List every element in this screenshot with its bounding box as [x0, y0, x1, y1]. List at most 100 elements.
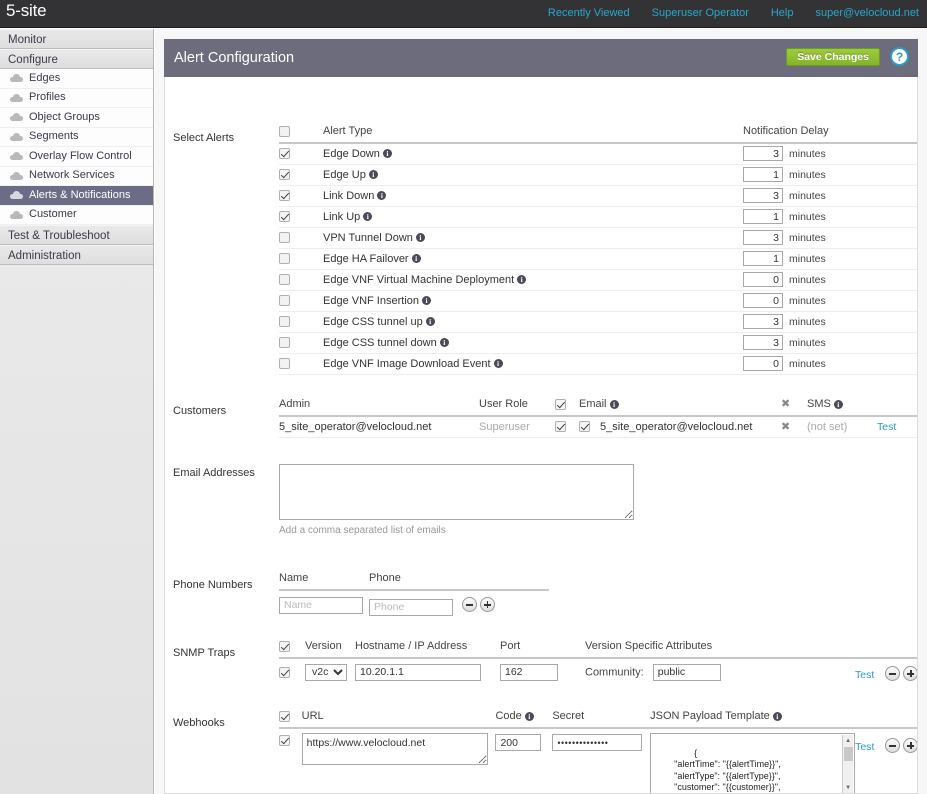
alert-checkbox[interactable]	[279, 169, 290, 181]
sidebar-section-monitor[interactable]: Monitor	[0, 29, 153, 49]
snmp-table-header: Version Hostname / IP Address Port Versi…	[279, 640, 917, 659]
notification-delay-input[interactable]	[743, 167, 783, 182]
top-nav: Recently Viewed Superuser Operator Help …	[548, 7, 919, 19]
sidebar-section-configure[interactable]: Configure	[0, 49, 153, 69]
notification-delay-input[interactable]	[743, 230, 783, 245]
info-icon[interactable]: i	[411, 254, 421, 264]
info-icon[interactable]: i	[422, 296, 431, 306]
sidebar-section-administration[interactable]: Administration	[0, 245, 153, 265]
user-role-header: User Role	[479, 397, 549, 417]
add-snmp-row-button[interactable]	[903, 666, 917, 681]
webhook-url-textarea[interactable]: https://www.velocloud.net	[301, 733, 488, 765]
sidebar-item-network-services[interactable]: Network Services	[0, 166, 153, 186]
sidebar-item-edges[interactable]: Edges	[0, 69, 153, 89]
scroll-down-icon[interactable]: ▼	[845, 783, 851, 794]
notification-delay-input[interactable]	[743, 293, 783, 308]
info-icon[interactable]: i	[377, 191, 387, 201]
help-icon[interactable]: ?	[890, 47, 909, 66]
info-icon[interactable]: i	[772, 711, 782, 721]
info-icon[interactable]: i	[368, 170, 378, 180]
info-icon[interactable]: i	[425, 317, 435, 327]
nav-user-account[interactable]: super@velocloud.net	[815, 7, 919, 19]
notification-delay-input[interactable]	[743, 251, 783, 266]
remove-phone-row-button[interactable]	[462, 597, 478, 612]
info-icon[interactable]: i	[439, 338, 449, 348]
select-all-checkbox[interactable]	[279, 125, 290, 137]
phone-number-input[interactable]	[369, 598, 453, 616]
role-select-all-checkbox[interactable]	[554, 398, 566, 410]
phone-numbers-label: Phone Numbers	[173, 579, 253, 591]
sidebar-item-overlay-flow-control[interactable]: Overlay Flow Control	[0, 147, 153, 167]
alert-checkbox[interactable]	[279, 148, 290, 160]
remove-snmp-row-button[interactable]	[885, 666, 901, 681]
notification-delay-input[interactable]	[743, 146, 783, 162]
webhook-select-all-checkbox[interactable]	[279, 710, 290, 722]
sidebar-item-segments[interactable]: Segments	[0, 127, 153, 147]
info-icon[interactable]: i	[493, 359, 503, 369]
sidebar-item-customer[interactable]: Customer	[0, 205, 153, 225]
customer-test-link[interactable]: Test	[877, 421, 896, 433]
alert-type-label: Edge CSS tunnel up	[323, 315, 423, 328]
sidebar-item-profiles[interactable]: Profiles	[0, 88, 153, 108]
alert-checkbox[interactable]	[279, 274, 290, 286]
webhook-test-link[interactable]: Test	[855, 741, 874, 753]
snmp-community-cell: Community:	[585, 658, 855, 681]
scroll-up-icon[interactable]: ▲	[845, 736, 851, 748]
close-icon[interactable]: ✖	[781, 397, 790, 410]
sidebar-section-test-troubleshoot[interactable]: Test & Troubleshoot	[0, 225, 153, 245]
scroll-thumb[interactable]	[844, 747, 854, 761]
snmp-port-input[interactable]	[500, 663, 558, 681]
info-icon[interactable]: i	[415, 233, 425, 243]
notification-delay-input[interactable]	[743, 335, 783, 350]
notification-delay-input[interactable]	[743, 356, 783, 371]
notification-delay-input[interactable]	[743, 209, 783, 224]
alert-checkbox[interactable]	[279, 253, 290, 265]
json-scrollbar[interactable]: ▲ ▼	[842, 735, 854, 794]
webhook-json-header: JSON Payload Template i	[650, 710, 856, 729]
email-clear-header: ✖	[781, 397, 807, 417]
save-changes-button[interactable]: Save Changes	[786, 48, 880, 66]
close-icon[interactable]: ✖	[781, 420, 790, 433]
info-icon[interactable]: i	[363, 212, 373, 222]
remove-webhook-row-button[interactable]	[885, 738, 901, 753]
info-icon[interactable]: i	[517, 275, 527, 285]
phone-name-input[interactable]	[279, 596, 363, 614]
webhook-row-checkbox[interactable]	[279, 734, 290, 746]
add-phone-row-button[interactable]	[480, 597, 496, 612]
alert-enable-cell	[279, 290, 323, 312]
webhook-json-template[interactable]: { "alertTime": "{{alertTime}}", "alertTy…	[650, 733, 856, 794]
info-icon[interactable]: i	[833, 399, 843, 409]
nav-superuser-operator[interactable]: Superuser Operator	[652, 7, 749, 19]
snmp-select-all-checkbox[interactable]	[279, 640, 290, 652]
sidebar-item-object-groups[interactable]: Object Groups	[0, 108, 153, 128]
email-addresses-textarea[interactable]	[279, 464, 634, 520]
snmp-community-input[interactable]	[652, 663, 721, 681]
info-icon[interactable]: i	[609, 399, 619, 409]
snmp-test-link[interactable]: Test	[855, 669, 874, 681]
nav-help[interactable]: Help	[771, 7, 794, 19]
alert-enable-cell	[279, 185, 323, 207]
info-icon[interactable]: i	[382, 149, 392, 159]
notification-delay-input[interactable]	[743, 314, 783, 329]
customer-role-checkbox[interactable]	[554, 421, 566, 433]
info-icon[interactable]: i	[524, 711, 534, 721]
snmp-row-checkbox[interactable]	[279, 666, 290, 678]
snmp-hostname-input[interactable]	[355, 663, 481, 681]
alerts-table-header: Alert Type Notification Delay	[279, 125, 917, 144]
alert-checkbox[interactable]	[279, 316, 290, 328]
alert-checkbox[interactable]	[279, 211, 290, 223]
add-webhook-row-button[interactable]	[903, 738, 917, 753]
webhook-secret-input[interactable]	[552, 734, 643, 751]
sidebar-item-alerts-notifications[interactable]: Alerts & Notifications	[0, 186, 153, 206]
snmp-version-select[interactable]: v1v2cv3	[305, 663, 347, 681]
alert-checkbox[interactable]	[279, 358, 290, 370]
notification-delay-input[interactable]	[743, 188, 783, 203]
alert-checkbox[interactable]	[279, 190, 290, 202]
nav-recently-viewed[interactable]: Recently Viewed	[548, 7, 630, 19]
webhook-code-input[interactable]	[495, 734, 542, 751]
alert-checkbox[interactable]	[279, 232, 290, 244]
customer-email-checkbox[interactable]	[579, 421, 590, 433]
alert-checkbox[interactable]	[279, 337, 290, 349]
notification-delay-input[interactable]	[743, 272, 783, 287]
alert-checkbox[interactable]	[279, 295, 290, 307]
